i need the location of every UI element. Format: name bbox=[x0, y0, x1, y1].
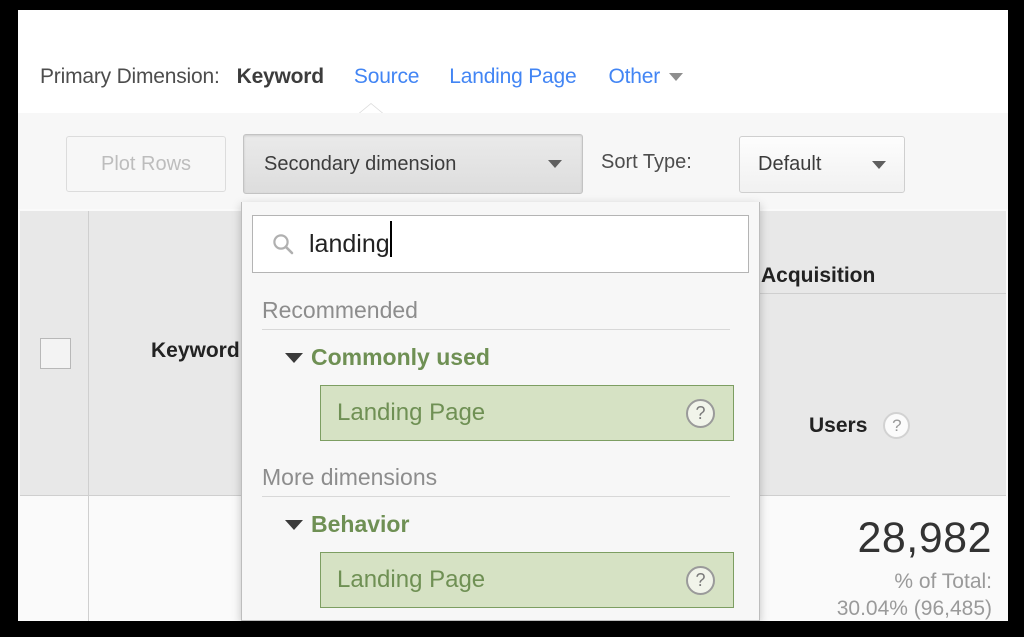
chevron-down-icon bbox=[669, 73, 684, 81]
table-header-users-cell[interactable]: Users ? bbox=[749, 294, 1006, 496]
search-icon bbox=[273, 234, 294, 255]
users-percent-value: 30.04% (96,485) bbox=[836, 597, 992, 620]
table-cell-checkbox bbox=[20, 496, 89, 621]
section-title-recommended: Recommended bbox=[262, 297, 418, 323]
primary-dimension-link-source[interactable]: Source bbox=[354, 65, 420, 89]
table-header-acquisition-group: Acquisition bbox=[749, 211, 1006, 294]
triangle-down-icon bbox=[285, 519, 303, 530]
section-divider bbox=[262, 496, 730, 497]
secondary-dimension-label: Secondary dimension bbox=[264, 152, 457, 175]
section-divider bbox=[262, 329, 730, 330]
table-cell-users: 28,982 % of Total: 30.04% (96,485) bbox=[749, 496, 1006, 621]
dimension-group-commonly-used[interactable]: Commonly used bbox=[285, 344, 740, 371]
table-header-checkbox-cell bbox=[20, 211, 89, 496]
dimension-option-label: Landing Page bbox=[337, 566, 486, 593]
chevron-down-icon bbox=[548, 160, 562, 168]
dropdown-section-recommended: Recommended Commonly used Landing Page ? bbox=[262, 297, 740, 441]
text-cursor bbox=[389, 221, 392, 257]
help-icon[interactable]: ? bbox=[686, 398, 715, 428]
primary-dimension-label: Primary Dimension: bbox=[40, 65, 220, 88]
dimension-group-label: Commonly used bbox=[311, 344, 490, 370]
plot-rows-button[interactable]: Plot Rows bbox=[66, 136, 226, 192]
sort-type-dropdown[interactable]: Default bbox=[739, 136, 905, 193]
column-group-acquisition: Acquisition bbox=[761, 264, 876, 287]
primary-dimension-other[interactable]: Other bbox=[608, 65, 684, 89]
column-header-keyword: Keyword bbox=[151, 339, 240, 362]
primary-dimension-link-landing-page[interactable]: Landing Page bbox=[449, 65, 576, 89]
dimension-option-landing-page-behavior[interactable]: Landing Page ? bbox=[320, 552, 734, 608]
secondary-dimension-dropdown-panel: Recommended Commonly used Landing Page ?… bbox=[241, 202, 760, 621]
sort-type-label: Sort Type: bbox=[601, 151, 692, 173]
dimension-search-box[interactable] bbox=[252, 215, 749, 273]
users-percent-of-total: % of Total: 30.04% (96,485) bbox=[837, 568, 992, 621]
search-input[interactable] bbox=[295, 229, 748, 259]
dimension-group-behavior[interactable]: Behavior bbox=[285, 511, 740, 538]
users-percent-label: % of Total: bbox=[894, 570, 992, 593]
primary-dimension-bar: Primary Dimension: Keyword Source Landin… bbox=[18, 10, 1008, 118]
screenshot-frame: Primary Dimension: Keyword Source Landin… bbox=[0, 0, 1024, 637]
sort-type-value: Default bbox=[758, 153, 822, 175]
select-all-checkbox[interactable] bbox=[40, 338, 71, 369]
help-icon[interactable]: ? bbox=[686, 565, 715, 595]
chevron-down-icon bbox=[872, 160, 886, 169]
dimension-option-landing-page-commonly-used[interactable]: Landing Page ? bbox=[320, 385, 734, 441]
triangle-down-icon bbox=[285, 352, 303, 363]
report-viewport: Primary Dimension: Keyword Source Landin… bbox=[18, 10, 1008, 621]
help-icon[interactable]: ? bbox=[883, 412, 911, 439]
section-title-more-dimensions: More dimensions bbox=[262, 464, 438, 490]
primary-dimension-other-label: Other bbox=[608, 65, 661, 88]
primary-dimension-active-keyword[interactable]: Keyword bbox=[237, 65, 324, 89]
dimension-group-label: Behavior bbox=[311, 511, 410, 537]
dimension-option-label: Landing Page bbox=[337, 399, 486, 426]
column-header-users-wrap: Users ? bbox=[809, 412, 911, 439]
users-total-value: 28,982 bbox=[857, 514, 992, 562]
dropdown-section-more-dimensions: More dimensions Behavior Landing Page ? bbox=[262, 464, 740, 608]
column-header-users: Users bbox=[809, 413, 868, 437]
secondary-dimension-button[interactable]: Secondary dimension bbox=[243, 134, 583, 194]
plot-rows-label: Plot Rows bbox=[100, 152, 192, 175]
table-toolbar: Plot Rows Secondary dimension Sort Type:… bbox=[18, 113, 1008, 210]
